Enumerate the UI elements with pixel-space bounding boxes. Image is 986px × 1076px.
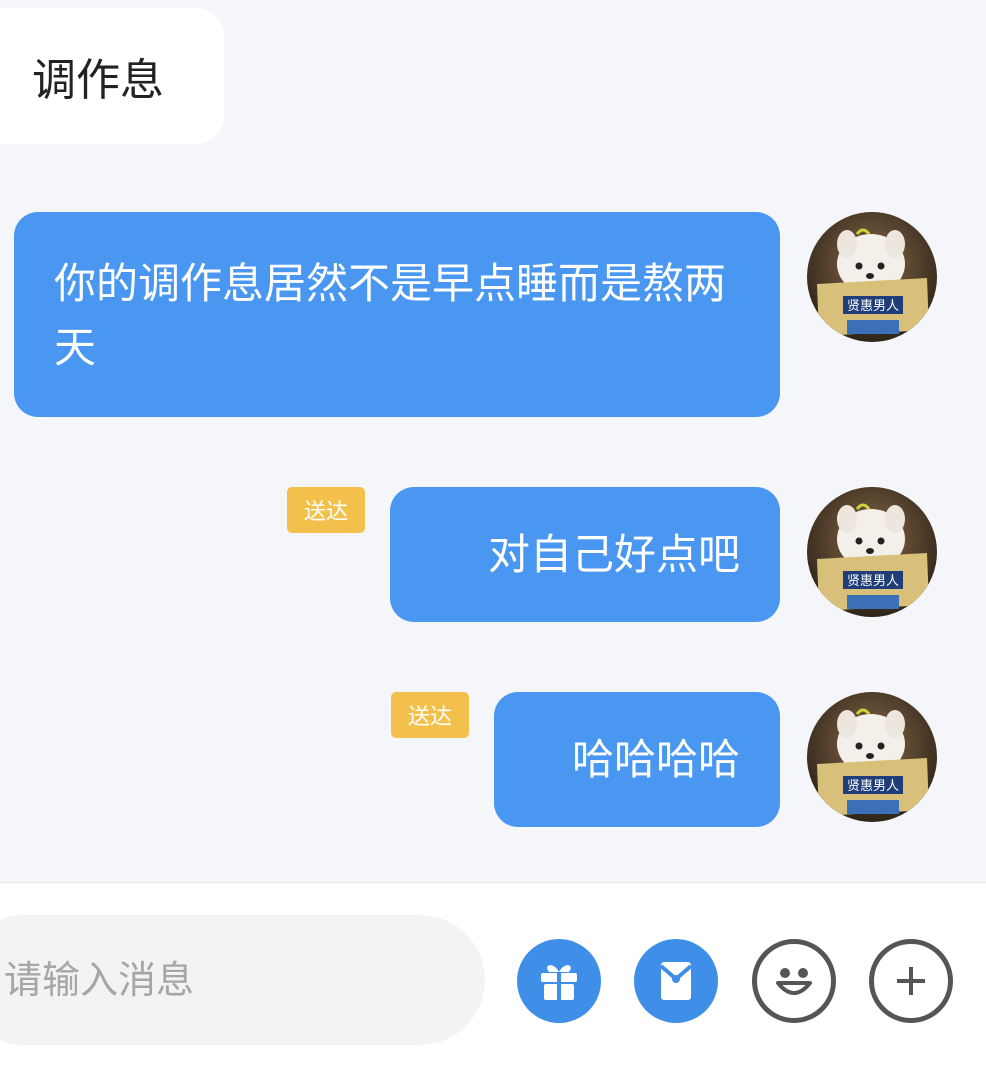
outgoing-message-bubble[interactable]: 你的调作息居然不是早点睡而是熬两天 xyxy=(14,212,780,417)
emoji-button[interactable] xyxy=(752,939,836,1023)
avatar[interactable]: 贤惠男人 xyxy=(807,212,937,342)
plus-button[interactable] xyxy=(869,939,953,1023)
book-cover-text: 贤惠男人 xyxy=(847,574,899,589)
message-text: 哈哈哈哈 xyxy=(571,734,740,784)
avatar[interactable]: 贤惠男人 xyxy=(807,692,937,822)
avatar[interactable]: 贤惠男人 xyxy=(807,487,937,617)
gift-button[interactable] xyxy=(517,939,601,1023)
gift-icon xyxy=(541,965,577,1000)
book-cover-text: 贤惠男人 xyxy=(847,779,899,794)
chat-area[interactable]: 调作息 你的调作息居然不是早点睡而是熬两天 贤惠男人 送达 对自己好点吧 贤惠男… xyxy=(0,0,986,882)
message-text: 你的调作息居然不是早点睡而是熬两天 xyxy=(54,259,727,372)
outgoing-message-bubble[interactable]: 哈哈哈哈 xyxy=(494,692,780,827)
incoming-message-bubble[interactable]: 调作息 xyxy=(0,8,224,144)
plus-icon xyxy=(897,967,925,995)
status-badge: 送达 xyxy=(287,487,365,533)
message-text: 调作息 xyxy=(32,55,164,106)
red-packet-icon xyxy=(659,962,693,1000)
message-text: 对自己好点吧 xyxy=(487,529,740,579)
emoji-icon xyxy=(776,968,812,995)
status-text: 送达 xyxy=(407,705,452,730)
status-badge: 送达 xyxy=(391,692,469,738)
red-packet-button[interactable] xyxy=(634,939,718,1023)
status-text: 送达 xyxy=(303,500,348,525)
message-input[interactable] xyxy=(0,915,485,1045)
book-cover-text: 贤惠男人 xyxy=(847,299,899,314)
outgoing-message-bubble[interactable]: 对自己好点吧 xyxy=(390,487,780,622)
input-bar xyxy=(0,882,986,1076)
